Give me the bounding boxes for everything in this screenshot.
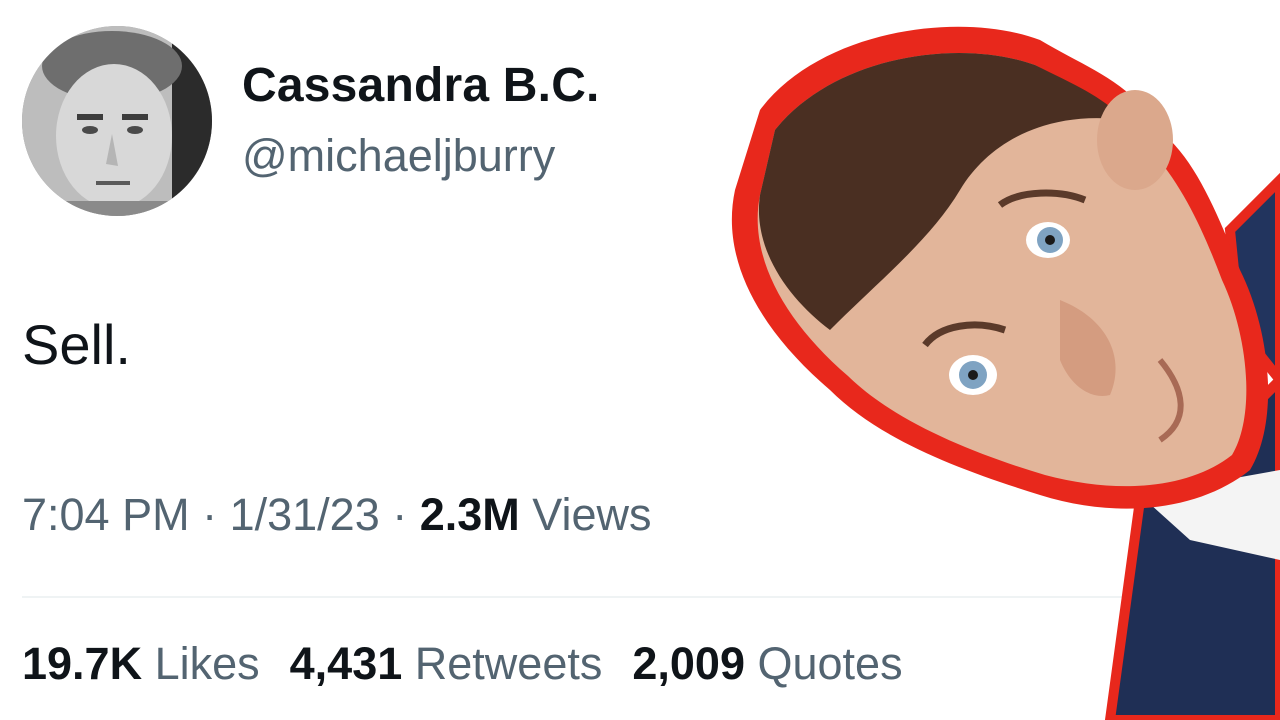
avatar-portrait-icon — [22, 26, 212, 216]
hair-shape — [758, 52, 1125, 330]
display-name[interactable]: Cassandra B.C. — [242, 58, 600, 113]
divider — [22, 596, 1122, 598]
retweets-stat[interactable]: 4,431 Retweets — [290, 638, 603, 689]
tweet-body: Sell. — [22, 313, 131, 376]
likes-count: 19.7K — [22, 638, 143, 689]
face-shape — [757, 52, 1247, 487]
quotes-count: 2,009 — [632, 638, 745, 689]
profile-avatar[interactable] — [22, 26, 212, 216]
suit-shoulder-shape — [1224, 172, 1280, 389]
thumbnail-stage: Cassandra B.C. @michaeljburry Sell. 7:04… — [0, 0, 1280, 720]
right-eye-white — [1026, 222, 1070, 258]
meta-separator: · — [379, 489, 420, 540]
quotes-stat[interactable]: 2,009 Quotes — [632, 638, 902, 689]
head-outline — [731, 26, 1269, 509]
shirt-collar-shape — [1140, 470, 1280, 560]
right-iris — [1037, 227, 1063, 253]
tweet-time[interactable]: 7:04 PM — [22, 489, 190, 540]
views-label: Views — [519, 489, 652, 540]
right-pupil — [1045, 235, 1055, 245]
right-eyebrow — [997, 189, 1087, 208]
quotes-label: Quotes — [745, 638, 903, 689]
left-eyebrow — [922, 321, 1007, 348]
left-iris — [959, 361, 987, 389]
mouth-shape — [1157, 358, 1184, 443]
left-pupil — [968, 370, 978, 380]
meta-separator: · — [189, 489, 230, 540]
suit-shape — [1104, 372, 1280, 720]
views-count: 2.3M — [419, 489, 520, 540]
engagement-stats: 19.7K Likes 4,431 Retweets 2,009 Quotes — [22, 638, 903, 690]
user-handle[interactable]: @michaeljburry — [242, 130, 555, 182]
likes-label: Likes — [142, 638, 260, 689]
tweet-meta: 7:04 PM · 1/31/23 · 2.3M Views — [22, 489, 652, 541]
likes-stat[interactable]: 19.7K Likes — [22, 638, 260, 689]
nose-shape — [1060, 300, 1116, 396]
retweets-count: 4,431 — [289, 638, 403, 689]
retweets-label: Retweets — [402, 638, 603, 689]
tweet-date[interactable]: 1/31/23 — [230, 489, 380, 540]
left-eye-white — [949, 355, 997, 395]
ear-shape — [1097, 90, 1173, 190]
